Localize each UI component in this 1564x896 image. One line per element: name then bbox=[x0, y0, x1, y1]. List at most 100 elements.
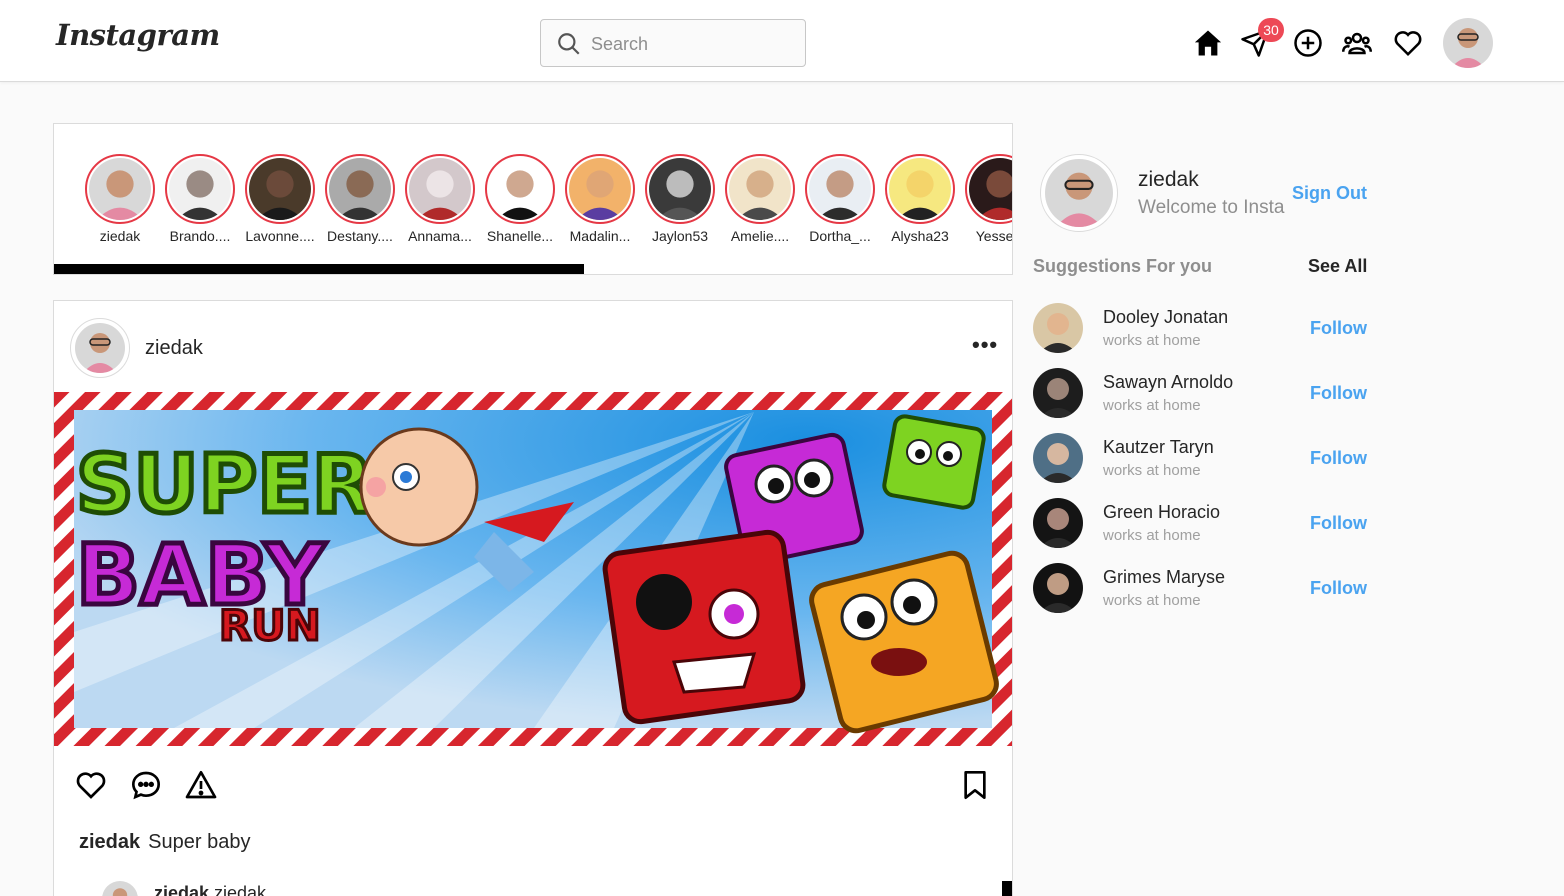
search-input[interactable] bbox=[591, 32, 791, 56]
story-item[interactable]: Madalin... bbox=[564, 154, 636, 244]
story-ring[interactable] bbox=[805, 154, 875, 224]
search-box[interactable] bbox=[540, 19, 806, 67]
profile-avatar[interactable] bbox=[1443, 18, 1493, 68]
story-username: Destany.... bbox=[327, 228, 393, 244]
sign-out-button[interactable]: Sign Out bbox=[1292, 183, 1367, 204]
stories-bar: ziedak Brando.... Lavonne.... Destany.... An… bbox=[53, 123, 1013, 275]
avatar-photo bbox=[249, 158, 311, 220]
see-all-link[interactable]: See All bbox=[1308, 256, 1367, 277]
post-scrollbar[interactable] bbox=[1002, 881, 1012, 896]
suggestion-avatar[interactable] bbox=[1033, 433, 1083, 483]
caption-username[interactable]: ziedak bbox=[79, 831, 140, 853]
avatar-photo bbox=[729, 158, 791, 220]
avatar-photo bbox=[1033, 368, 1083, 418]
suggestion-name[interactable]: Grimes Maryse bbox=[1103, 567, 1225, 588]
image-title-super: SUPER bbox=[76, 438, 373, 531]
story-ring[interactable] bbox=[965, 154, 1012, 224]
story-item[interactable]: Shanelle... bbox=[484, 154, 556, 244]
messages-badge: 30 bbox=[1258, 18, 1284, 42]
people-icon[interactable] bbox=[1342, 28, 1372, 58]
story-ring[interactable] bbox=[885, 154, 955, 224]
story-username: Dortha_... bbox=[809, 228, 871, 244]
suggestion-name[interactable]: Dooley Jonatan bbox=[1103, 307, 1228, 328]
comment-row: ziedak ziedak bbox=[102, 881, 982, 896]
suggestion-item: Sawayn Arnoldo works at home Follow bbox=[1033, 368, 1373, 418]
suggestion-name[interactable]: Sawayn Arnoldo bbox=[1103, 372, 1233, 393]
avatar-photo bbox=[889, 158, 951, 220]
comment-icon[interactable] bbox=[130, 769, 162, 801]
post-image[interactable]: SUPER BABY RUN bbox=[54, 392, 1012, 746]
avatar-photo bbox=[969, 158, 1012, 220]
avatar-photo bbox=[489, 158, 551, 220]
more-options-icon[interactable]: ••• bbox=[972, 334, 998, 356]
story-ring[interactable] bbox=[245, 154, 315, 224]
story-item[interactable]: Annama... bbox=[404, 154, 476, 244]
story-username: Shanelle... bbox=[486, 228, 554, 244]
image-title-run: RUN bbox=[219, 601, 321, 650]
suggestion-avatar[interactable] bbox=[1033, 498, 1083, 548]
heart-icon[interactable] bbox=[1393, 28, 1423, 58]
story-ring[interactable] bbox=[565, 154, 635, 224]
story-item[interactable]: Destany.... bbox=[324, 154, 396, 244]
bookmark-icon[interactable] bbox=[959, 769, 991, 801]
sidebar-profile-avatar[interactable] bbox=[1040, 154, 1118, 232]
story-item[interactable]: Yesseni bbox=[964, 154, 1012, 244]
comment-username[interactable]: ziedak bbox=[154, 883, 209, 896]
story-item[interactable]: Jaylon53 bbox=[644, 154, 716, 244]
comment-avatar[interactable] bbox=[102, 881, 138, 896]
post-author-avatar[interactable] bbox=[70, 318, 130, 378]
story-ring[interactable] bbox=[165, 154, 235, 224]
suggestion-item: Kautzer Taryn works at home Follow bbox=[1033, 433, 1373, 483]
avatar-photo bbox=[649, 158, 711, 220]
suggestion-name[interactable]: Kautzer Taryn bbox=[1103, 437, 1214, 458]
story-item[interactable]: Lavonne.... bbox=[244, 154, 316, 244]
story-username: Brando.... bbox=[169, 228, 231, 244]
follow-button[interactable]: Follow bbox=[1310, 383, 1367, 404]
story-item[interactable]: ziedak bbox=[84, 154, 156, 244]
suggestion-subtitle: works at home bbox=[1103, 592, 1201, 609]
avatar-photo bbox=[1443, 18, 1493, 68]
top-navigation-bar: Instagram 30 bbox=[0, 0, 1564, 82]
instagram-logo[interactable]: Instagram bbox=[56, 18, 220, 52]
follow-button[interactable]: Follow bbox=[1310, 448, 1367, 469]
home-icon[interactable] bbox=[1193, 28, 1223, 58]
caption-text: Super baby bbox=[148, 831, 251, 853]
story-item[interactable]: Amelie.... bbox=[724, 154, 796, 244]
comment-text: ziedak bbox=[214, 883, 267, 896]
suggestion-avatar[interactable] bbox=[1033, 563, 1083, 613]
sidebar-username[interactable]: ziedak bbox=[1138, 168, 1199, 192]
story-ring[interactable] bbox=[725, 154, 795, 224]
story-username: Annama... bbox=[408, 228, 472, 244]
like-heart-icon[interactable] bbox=[75, 769, 107, 801]
stories-scrollbar[interactable] bbox=[54, 264, 584, 274]
plus-circle-icon[interactable] bbox=[1293, 28, 1323, 58]
suggestion-avatar[interactable] bbox=[1033, 303, 1083, 353]
story-item[interactable]: Dortha_... bbox=[804, 154, 876, 244]
story-ring[interactable] bbox=[645, 154, 715, 224]
story-item[interactable]: Brando.... bbox=[164, 154, 236, 244]
avatar-photo bbox=[329, 158, 391, 220]
story-username: Madalin... bbox=[569, 228, 631, 244]
suggestion-name[interactable]: Green Horacio bbox=[1103, 502, 1220, 523]
avatar-photo bbox=[1033, 563, 1083, 613]
avatar-photo bbox=[1045, 159, 1113, 227]
story-username: Jaylon53 bbox=[651, 228, 709, 244]
story-ring[interactable] bbox=[405, 154, 475, 224]
story-item[interactable]: Alysha23 bbox=[884, 154, 956, 244]
story-username: Amelie.... bbox=[730, 228, 790, 244]
follow-button[interactable]: Follow bbox=[1310, 578, 1367, 599]
post-author-name[interactable]: ziedak bbox=[145, 337, 203, 360]
suggestion-item: Grimes Maryse works at home Follow bbox=[1033, 563, 1373, 613]
story-username: ziedak bbox=[99, 228, 141, 244]
story-ring[interactable] bbox=[325, 154, 395, 224]
follow-button[interactable]: Follow bbox=[1310, 318, 1367, 339]
avatar-photo bbox=[89, 158, 151, 220]
report-warning-icon[interactable] bbox=[185, 769, 217, 801]
feed-post: ziedak ••• SUPER BABY RUN ziedak Super b… bbox=[53, 300, 1013, 896]
post-caption: ziedak Super baby bbox=[79, 831, 250, 854]
follow-button[interactable]: Follow bbox=[1310, 513, 1367, 534]
story-ring[interactable] bbox=[85, 154, 155, 224]
suggestions-title: Suggestions For you bbox=[1033, 256, 1213, 276]
story-ring[interactable] bbox=[485, 154, 555, 224]
suggestion-avatar[interactable] bbox=[1033, 368, 1083, 418]
